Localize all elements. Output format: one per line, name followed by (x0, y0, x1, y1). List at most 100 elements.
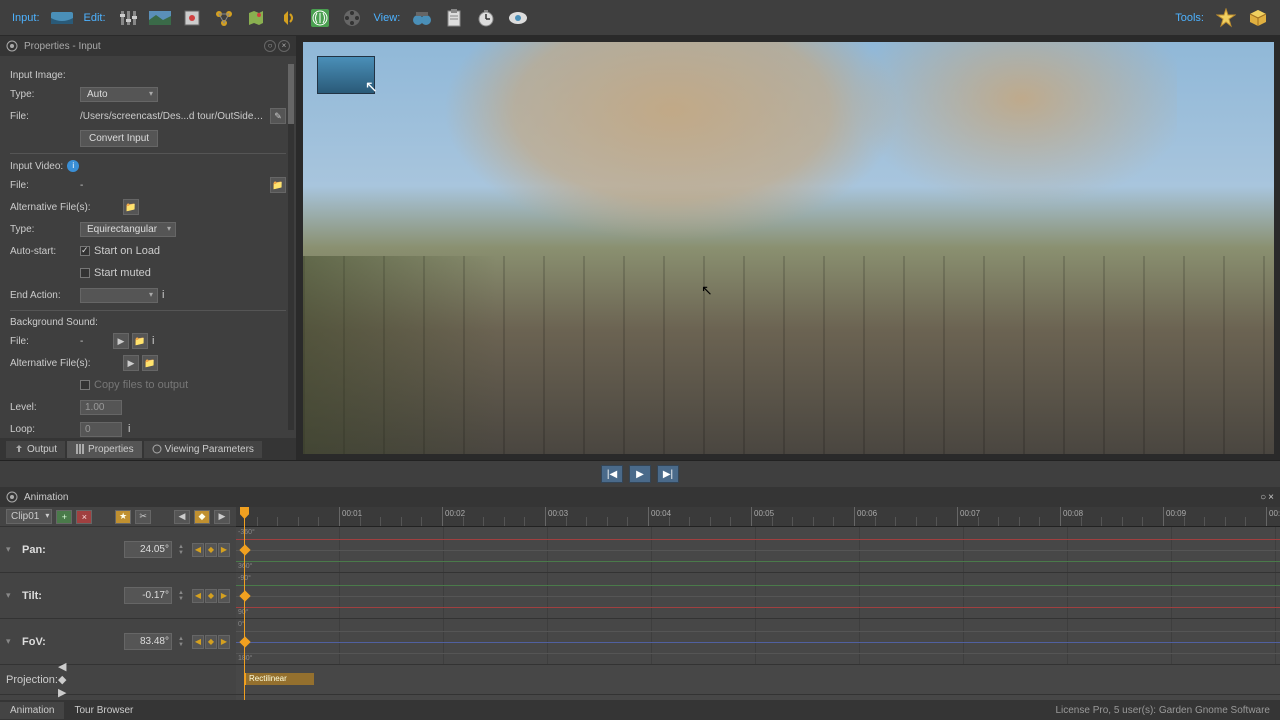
fov-value-input[interactable] (124, 633, 172, 650)
gear-icon (6, 491, 18, 503)
play-button[interactable]: ▶ (629, 465, 651, 483)
bg-alt-play-icon[interactable]: ▶ (123, 355, 139, 371)
timeline-ruler[interactable]: 00:0100:0200:0300:0400:0500:0600:0700:08… (236, 507, 1280, 527)
copy-files-checkbox[interactable] (80, 380, 90, 390)
params-icon (152, 444, 162, 454)
pan-track-lane[interactable]: -360° 360° (236, 527, 1280, 573)
proj-add-key[interactable]: ◆ (58, 673, 66, 686)
panel-close-icon[interactable]: × (1268, 492, 1274, 503)
fov-track-lane[interactable]: 0° 180° (236, 619, 1280, 665)
info-icon[interactable]: i (162, 289, 164, 301)
edit-sliders-icon[interactable] (114, 4, 142, 32)
delete-clip-button[interactable]: × (76, 510, 92, 524)
tab-tour-browser[interactable]: Tour Browser (64, 702, 143, 719)
keyframe[interactable] (239, 544, 250, 555)
tab-viewing-parameters[interactable]: Viewing Parameters (144, 441, 262, 458)
panorama-canvas[interactable]: ↖ (303, 42, 1274, 454)
edit-nodes-icon[interactable] (210, 4, 238, 32)
bg-alt-label: Alternative File(s): (10, 358, 120, 369)
tilt-track-lane[interactable]: -90° 90° (236, 573, 1280, 619)
level-input[interactable]: 1.00 (80, 400, 122, 415)
pan-add-key[interactable]: ◆ (205, 543, 217, 557)
video-type-select[interactable]: Equirectangular (80, 222, 176, 237)
tab-animation[interactable]: Animation (0, 702, 64, 719)
tools-box-icon[interactable] (1244, 4, 1272, 32)
end-action-select[interactable] (80, 288, 158, 303)
collapse-icon[interactable]: ▾ (6, 636, 16, 647)
collapse-icon[interactable]: ▾ (6, 544, 16, 555)
view-section-label: View: (374, 12, 401, 24)
panel-detach-icon[interactable]: ○ (264, 40, 276, 52)
status-bar: License Pro, 5 user(s): Garden Gnome Sof… (1055, 705, 1280, 716)
file-browse-icon[interactable]: ✎ (270, 108, 286, 124)
tilt-add-key[interactable]: ◆ (205, 589, 217, 603)
panorama-thumbnail[interactable] (317, 56, 375, 94)
prev-keyframe-button[interactable]: |◀ (601, 465, 623, 483)
fov-prev-key[interactable]: ◀ (192, 635, 204, 649)
edit-reel-icon[interactable] (338, 4, 366, 32)
projection-label: Projection: (6, 674, 58, 686)
view-binoculars-icon[interactable] (408, 4, 436, 32)
prev-clip-button[interactable]: ◀ (174, 510, 190, 524)
edit-image-icon[interactable] (146, 4, 174, 32)
tools-button[interactable]: ✂ (135, 510, 151, 524)
projection-track-lane[interactable]: Rectilinear (236, 665, 1280, 695)
video-file-browse-icon[interactable]: 📁 (270, 177, 286, 193)
start-muted-checkbox[interactable] (80, 268, 90, 278)
tools-star-icon[interactable] (1212, 4, 1240, 32)
tilt-prev-key[interactable]: ◀ (192, 589, 204, 603)
fov-next-key[interactable]: ▶ (218, 635, 230, 649)
panel-detach-icon[interactable]: ○ (1260, 492, 1266, 503)
panel-close-icon[interactable]: × (278, 40, 290, 52)
start-on-load-label: Start on Load (94, 245, 160, 257)
key-clip-button[interactable]: ◆ (194, 510, 210, 524)
view-eye-icon[interactable] (504, 4, 532, 32)
pan-next-key[interactable]: ▶ (218, 543, 230, 557)
view-clipboard-icon[interactable] (440, 4, 468, 32)
playhead[interactable] (244, 507, 245, 700)
bg-browse-icon[interactable]: 📁 (132, 333, 148, 349)
proj-prev-key[interactable]: ◀ (58, 660, 66, 673)
clip-select[interactable]: Clip01 (6, 509, 52, 524)
input-panorama-icon[interactable] (48, 4, 76, 32)
edit-hotspot-icon[interactable] (178, 4, 206, 32)
pan-prev-key[interactable]: ◀ (192, 543, 204, 557)
keyframe[interactable] (239, 590, 250, 601)
loop-input[interactable]: 0 (80, 422, 122, 437)
tilt-value-input[interactable] (124, 587, 172, 604)
pan-value-input[interactable] (124, 541, 172, 558)
edit-sound-icon[interactable] (274, 4, 302, 32)
view-timer-icon[interactable] (472, 4, 500, 32)
next-clip-button[interactable]: ▶ (214, 510, 230, 524)
edit-map-icon[interactable] (242, 4, 270, 32)
input-section-label: Input: (12, 12, 40, 24)
bg-play-icon[interactable]: ▶ (113, 333, 129, 349)
tab-output[interactable]: Output (6, 441, 65, 458)
info-icon[interactable]: i (128, 423, 130, 435)
bg-alt-browse-icon[interactable]: 📁 (142, 355, 158, 371)
type-select[interactable]: Auto (80, 87, 158, 102)
fov-add-key[interactable]: ◆ (205, 635, 217, 649)
add-clip-button[interactable]: + (56, 510, 72, 524)
info-icon[interactable]: i (152, 335, 154, 347)
proj-next-key[interactable]: ▶ (58, 686, 66, 699)
properties-panel: Properties - Input ○ × Input Image: Type… (0, 36, 297, 460)
info-icon[interactable]: i (67, 160, 79, 172)
main-toolbar: Input: Edit: View: Tools: (0, 0, 1280, 36)
viewport[interactable]: ↖ (297, 36, 1280, 460)
keyframe[interactable] (239, 636, 250, 647)
alt-file-label: Alternative File(s): (10, 202, 120, 213)
collapse-icon[interactable]: ▾ (6, 590, 16, 601)
star-button[interactable]: ★ (115, 510, 131, 524)
projection-segment[interactable]: Rectilinear (244, 673, 314, 685)
next-keyframe-button[interactable]: ▶| (657, 465, 679, 483)
main-area: Properties - Input ○ × Input Image: Type… (0, 36, 1280, 460)
start-on-load-checkbox[interactable] (80, 246, 90, 256)
tilt-next-key[interactable]: ▶ (218, 589, 230, 603)
edit-google-icon[interactable] (306, 4, 334, 32)
scrollbar-thumb[interactable] (288, 64, 294, 124)
alt-file-browse-icon[interactable]: 📁 (123, 199, 139, 215)
tab-properties[interactable]: Properties (67, 441, 142, 458)
timeline-tracks[interactable]: 00:0100:0200:0300:0400:0500:0600:0700:08… (236, 507, 1280, 700)
convert-input-button[interactable]: Convert Input (80, 130, 158, 147)
